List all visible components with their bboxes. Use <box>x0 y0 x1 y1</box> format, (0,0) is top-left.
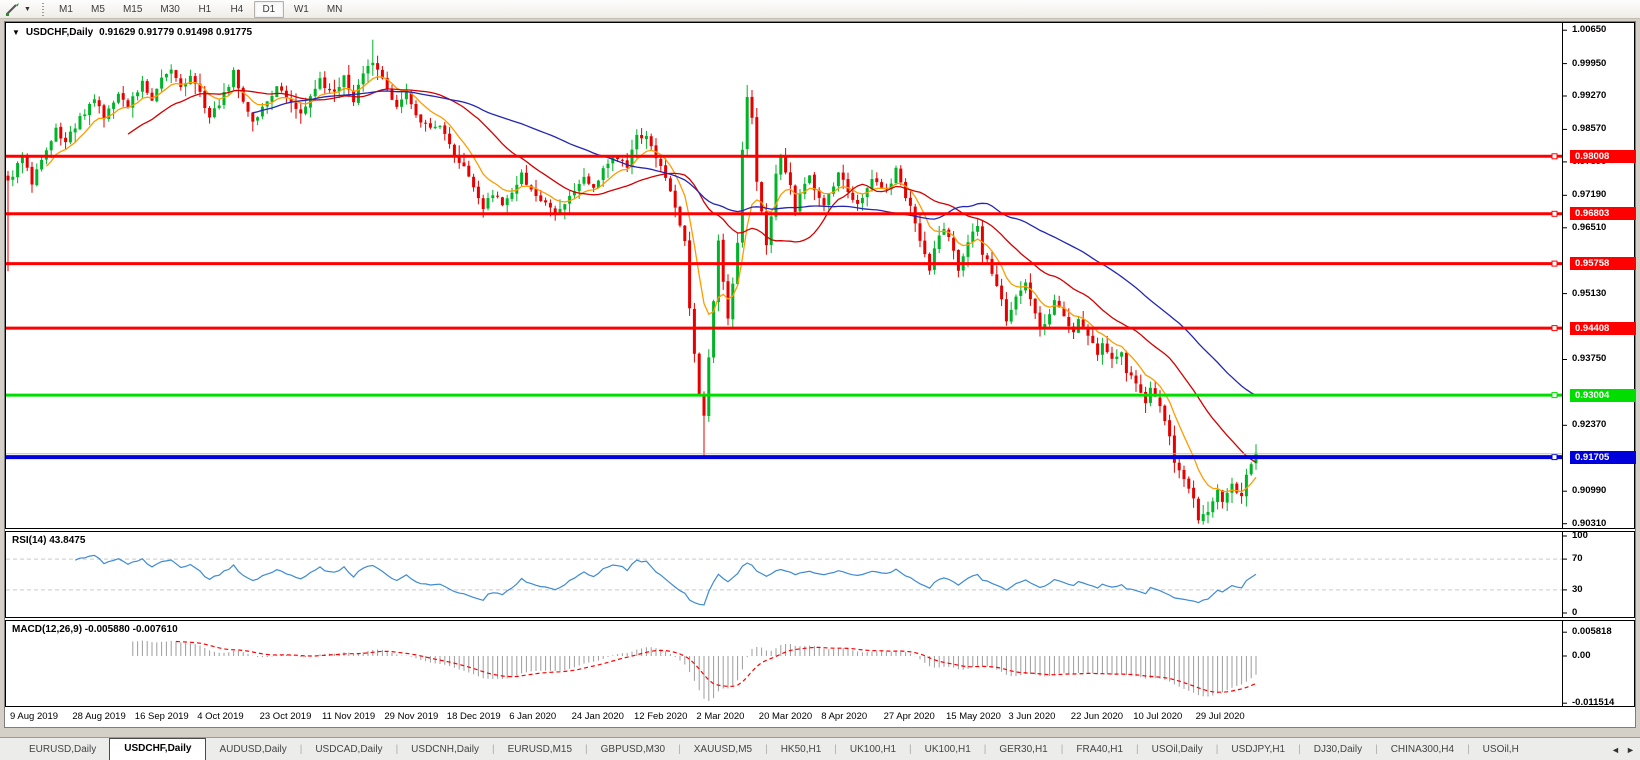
tab-dj30-daily[interactable]: DJ30,Daily <box>1301 740 1375 760</box>
date-label: 29 Jul 2020 <box>1195 711 1245 722</box>
date-label: 24 Jan 2020 <box>571 711 624 722</box>
rsi-tick-label: 0 <box>1572 607 1578 618</box>
price-tick-label: 0.90310 <box>1572 517 1607 529</box>
macd-tick-label: 0.005818 <box>1572 626 1612 638</box>
chart-title-dropdown-icon[interactable]: ▼ <box>12 28 20 37</box>
price-line-label: 0.96803 <box>1570 207 1636 221</box>
date-label: 20 Mar 2020 <box>758 711 813 722</box>
price-line-label: 0.98008 <box>1570 149 1636 163</box>
date-label: 11 Nov 2019 <box>322 711 376 722</box>
tab-eurusd-daily[interactable]: EURUSD,Daily <box>16 740 109 760</box>
price-tick-label: 0.92370 <box>1572 419 1607 431</box>
rsi-indicator-label: RSI(14) 43.8475 <box>12 535 86 546</box>
price-tick-label: 0.99950 <box>1572 57 1607 69</box>
tab-usoil-daily[interactable]: USOil,Daily <box>1139 740 1216 760</box>
tab-scroll-right-icon[interactable]: ► <box>1623 745 1638 755</box>
tab-fra40-h1[interactable]: FRA40,H1 <box>1063 740 1136 760</box>
date-axis[interactable]: 9 Aug 2019 28 Aug 2019 16 Sep 2019 4 Oct 20… <box>5 708 1635 727</box>
tab-usdjpy-h1[interactable]: USDJPY,H1 <box>1218 740 1298 760</box>
chevron-down-icon[interactable]: ▼ <box>24 6 31 13</box>
timeframe-button-h1[interactable]: H1 <box>190 1 220 18</box>
tab-usoil-h[interactable]: USOil,H <box>1470 740 1532 760</box>
date-label: 3 Jun 2020 <box>1008 711 1056 722</box>
chart-title-symbol: USDCHF,Daily <box>25 27 94 38</box>
price-tick-label: 0.98570 <box>1572 123 1607 135</box>
timeframe-buttons: M1 M5 M15 M30 H1 H4 D1 W1 MN <box>50 0 351 18</box>
timeframe-button-m1[interactable]: M1 <box>51 1 81 18</box>
rsi-tick-label: 100 <box>1572 530 1588 541</box>
price-line-label: 0.95758 <box>1570 257 1636 271</box>
date-label: 15 May 2020 <box>946 711 1001 722</box>
date-label: 4 Oct 2019 <box>197 711 244 722</box>
price-line-label: 0.91705 <box>1570 450 1636 464</box>
macd-panel[interactable] <box>5 620 1635 707</box>
date-label: 16 Sep 2019 <box>134 711 189 722</box>
macd-indicator-label: MACD(12,26,9) -0.005880 -0.007610 <box>12 624 178 635</box>
price-line-label: 0.93004 <box>1570 388 1636 402</box>
tab-usdcnh-daily[interactable]: USDCNH,Daily <box>398 740 492 760</box>
timeframe-toolbar: ▼ M1 M5 M15 M30 H1 H4 D1 W1 MN <box>0 0 1640 19</box>
timeframe-button-m30[interactable]: M30 <box>152 1 187 18</box>
rsi-tick-label: 30 <box>1572 583 1583 595</box>
tab-scroll-left-icon[interactable]: ◄ <box>1608 745 1623 755</box>
timeframe-button-m5[interactable]: M5 <box>83 1 113 18</box>
chart-title: ▼ USDCHF,Daily 0.91629 0.91779 0.91498 0… <box>12 27 252 38</box>
macd-tick-label: 0.00 <box>1572 650 1591 661</box>
date-label: 10 Jul 2020 <box>1133 711 1183 722</box>
timeframe-button-mn[interactable]: MN <box>319 1 351 18</box>
price-tick-label: 0.99270 <box>1572 90 1607 102</box>
chart-tab-bar: EURUSD,Daily USDCHF,Daily AUDUSD,Daily | USD… <box>0 737 1640 760</box>
timeframe-button-m15[interactable]: M15 <box>115 1 150 18</box>
date-label: 28 Aug 2019 <box>72 711 126 722</box>
tab-uk100-h1[interactable]: UK100,H1 <box>912 740 984 760</box>
price-tick-label: 0.90990 <box>1572 485 1607 497</box>
price-tick-label: 0.96510 <box>1572 221 1607 233</box>
timeframe-button-d1[interactable]: D1 <box>253 0 284 18</box>
date-label: 2 Mar 2020 <box>696 711 745 722</box>
date-label: 29 Nov 2019 <box>384 711 439 722</box>
price-tick-label: 0.95130 <box>1572 287 1607 299</box>
chart-tabs: EURUSD,Daily USDCHF,Daily AUDUSD,Daily | USD… <box>16 738 1532 760</box>
date-label: 9 Aug 2019 <box>10 711 59 722</box>
main-chart-panel[interactable] <box>5 22 1635 529</box>
tab-uk100-h1[interactable]: UK100,H1 <box>837 740 909 760</box>
tab-china300-h4[interactable]: CHINA300,H4 <box>1378 740 1467 760</box>
tab-usdchf-daily[interactable]: USDCHF,Daily <box>109 738 207 760</box>
date-label: 23 Oct 2019 <box>259 711 312 722</box>
date-label: 12 Feb 2020 <box>634 711 688 722</box>
tab-ger30-h1[interactable]: GER30,H1 <box>986 740 1060 760</box>
tab-eurusd-m15[interactable]: EURUSD,M15 <box>495 740 585 760</box>
tab-hk50-h1[interactable]: HK50,H1 <box>768 740 835 760</box>
toolbar-grip[interactable] <box>41 2 44 16</box>
date-label: 8 Apr 2020 <box>821 711 868 722</box>
tab-xauusd-m5[interactable]: XAUUSD,M5 <box>681 740 765 760</box>
date-label: 18 Dec 2019 <box>446 711 501 722</box>
date-label: 22 Jun 2020 <box>1070 711 1124 722</box>
chart-title-ohlc: 0.91629 0.91779 0.91498 0.91775 <box>99 27 253 38</box>
tab-gbpusd-m30[interactable]: GBPUSD,M30 <box>588 740 678 760</box>
price-tick-label: 1.00650 <box>1572 24 1607 36</box>
tab-usdcad-daily[interactable]: USDCAD,Daily <box>302 740 395 760</box>
timeframe-button-w1[interactable]: W1 <box>286 1 317 18</box>
draw-tool-button[interactable]: ▼ <box>2 1 34 18</box>
tab-audusd-daily[interactable]: AUDUSD,Daily <box>206 740 299 760</box>
timeframe-button-h4[interactable]: H4 <box>222 1 252 18</box>
draw-tool-icon <box>5 2 21 17</box>
date-label: 6 Jan 2020 <box>509 711 557 722</box>
price-tick-label: 0.93750 <box>1572 353 1607 365</box>
price-line-label: 0.94408 <box>1570 321 1636 335</box>
rsi-tick-label: 70 <box>1572 553 1583 565</box>
price-tick-label: 0.97190 <box>1572 189 1607 201</box>
rsi-panel[interactable] <box>5 531 1635 618</box>
date-label: 27 Apr 2020 <box>883 711 935 722</box>
